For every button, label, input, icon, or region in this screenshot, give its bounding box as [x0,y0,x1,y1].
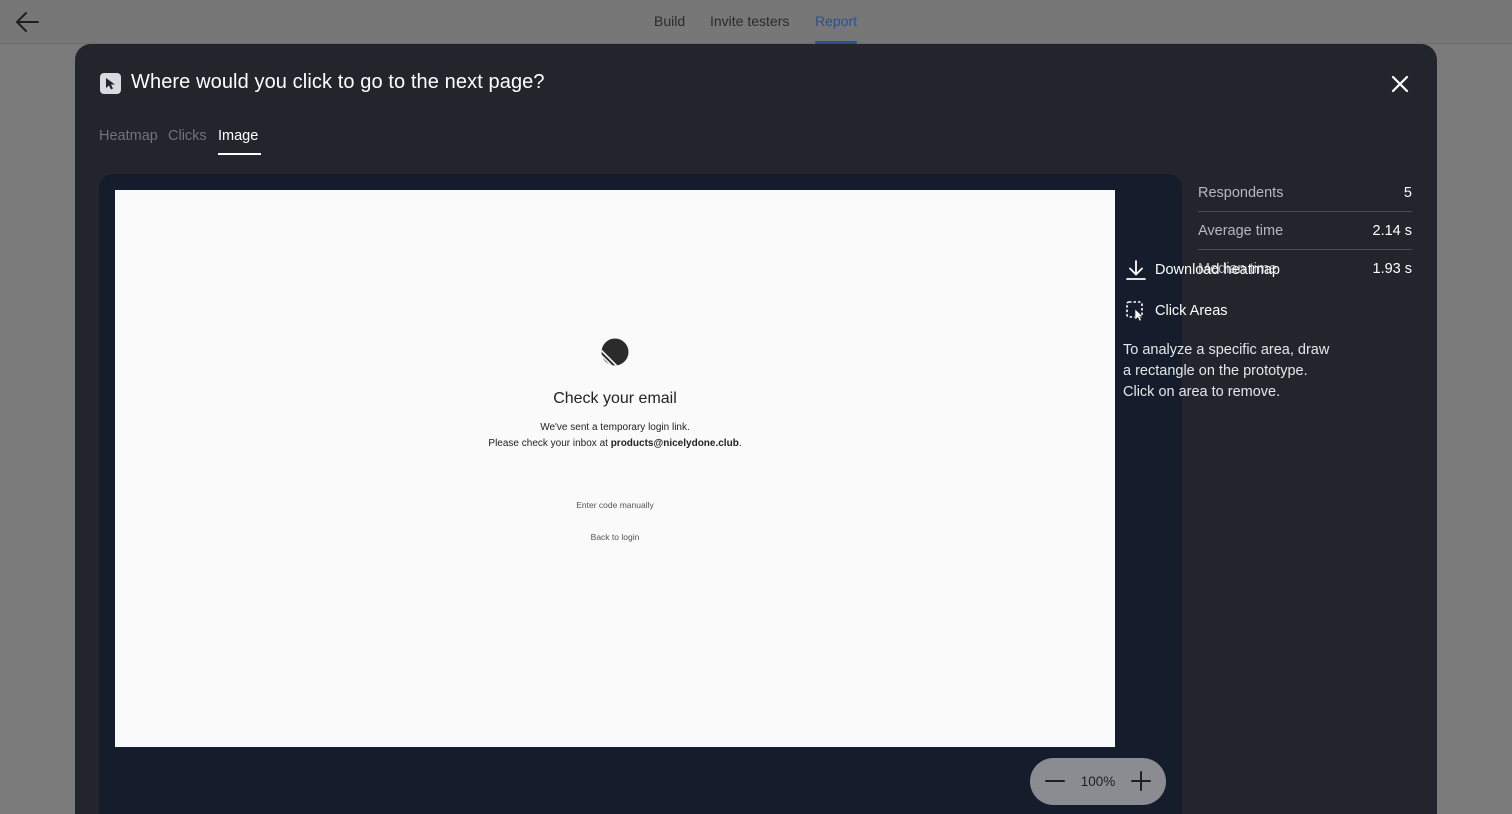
download-heatmap-button[interactable]: Download heatmap [1123,258,1343,284]
close-button[interactable] [1389,73,1411,95]
stat-label: Respondents [1198,185,1284,201]
prototype-heading: Check your email [553,390,677,407]
click-areas-label: Click Areas [1155,303,1228,319]
prototype-image[interactable]: Check your email We've sent a temporary … [115,190,1115,747]
active-tab-indicator [218,153,261,155]
tab-invite-testers[interactable]: Invite testers [710,13,789,29]
enter-code-link[interactable]: Enter code manually [115,500,1115,510]
click-area-icon [1126,301,1144,322]
click-areas-button[interactable]: Click Areas [1123,299,1343,325]
stat-value: 1.93 s [1372,261,1413,277]
stat-value: 5 [1403,185,1412,201]
back-to-login-link[interactable]: Back to login [115,532,1115,542]
report-modal: Where would you click to go to the next … [75,44,1437,814]
zoom-control: 100% [1030,758,1166,805]
tab-build[interactable]: Build [654,13,685,29]
prototype-message: We've sent a temporary login link. [540,422,690,433]
prototype-email: products@nicelydone.club [610,438,739,449]
plus-icon[interactable] [1128,768,1154,794]
modal-title: Where would you click to go to the next … [131,71,545,93]
click-areas-help-text: To analyze a specific area, draw a recta… [1123,342,1330,400]
stat-average-time: Average time 2.14 s [1198,212,1412,250]
prototype-inbox-message: Please check your inbox at products@nice… [488,438,742,449]
top-tabs: Build Invite testers Report [0,0,1512,44]
stat-respondents: Respondents 5 [1198,174,1412,212]
top-nav-bar: Build Invite testers Report [0,0,1512,44]
striped-circle-logo [601,338,629,366]
download-icon [1126,260,1146,280]
close-icon [1391,75,1409,93]
cursor-click-icon [100,73,121,94]
tab-clicks[interactable]: Clicks [168,128,207,144]
prototype-canvas[interactable]: Check your email We've sent a temporary … [99,174,1182,814]
tab-heatmap[interactable]: Heatmap [99,128,158,144]
tab-report[interactable]: Report [815,13,857,29]
stat-label: Average time [1198,223,1284,239]
stat-value: 2.14 s [1372,223,1413,239]
tab-image[interactable]: Image [218,128,258,144]
download-heatmap-label: Download heatmap [1155,262,1280,278]
